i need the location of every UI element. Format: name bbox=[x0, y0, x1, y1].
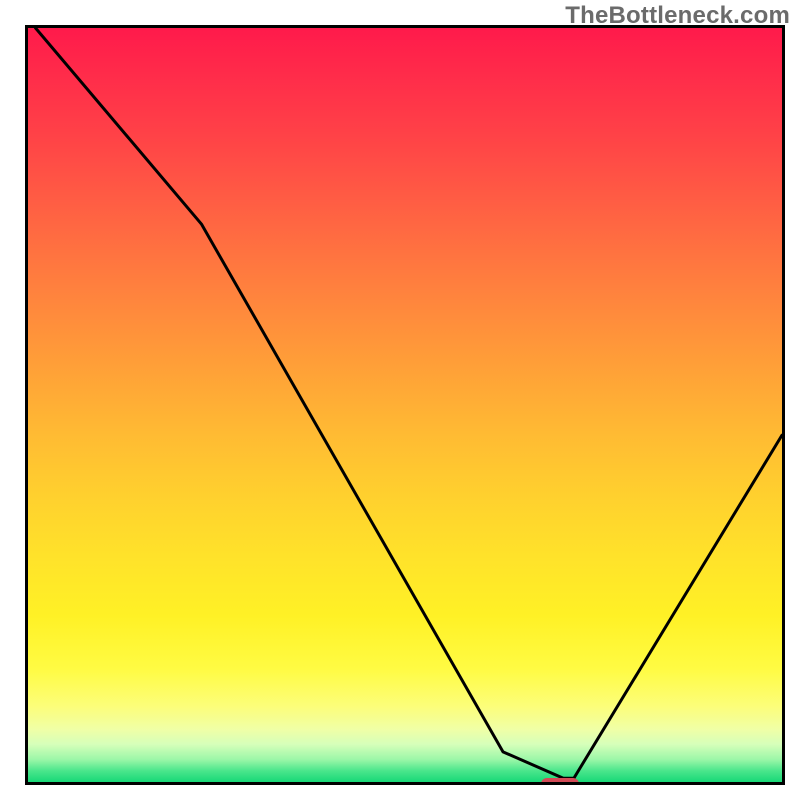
bottleneck-curve bbox=[28, 28, 782, 782]
watermark-text: TheBottleneck.com bbox=[565, 2, 790, 30]
plot-area bbox=[25, 25, 785, 785]
optimal-range-marker bbox=[541, 778, 579, 785]
chart-container: TheBottleneck.com bbox=[0, 0, 800, 800]
